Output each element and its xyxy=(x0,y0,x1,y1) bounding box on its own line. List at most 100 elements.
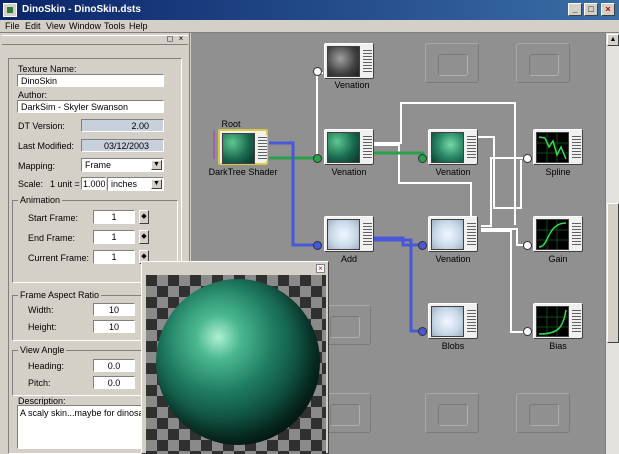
input-port[interactable] xyxy=(313,154,322,163)
heading-label: Heading: xyxy=(28,361,65,371)
start-frame-field[interactable]: 1 xyxy=(93,210,135,224)
node-bias[interactable] xyxy=(533,303,583,339)
input-port[interactable] xyxy=(313,67,322,76)
node-label: Bias xyxy=(549,341,567,351)
view-angle-title: View Angle xyxy=(18,345,67,355)
scale-value-field[interactable]: 1.000 xyxy=(81,177,106,190)
menu-file[interactable]: File xyxy=(5,21,20,31)
menu-view[interactable]: View xyxy=(46,21,65,31)
gain-curve-icon xyxy=(537,220,568,249)
chevron-down-icon: ▼ xyxy=(151,160,162,170)
texture-name-label: Texture Name: xyxy=(18,64,77,74)
node-add[interactable] xyxy=(324,216,374,252)
node-thumbnail xyxy=(536,219,569,250)
node-grip-icon xyxy=(363,48,372,74)
title-bar: DinoSkin - DinoSkin.dsts _ □ × xyxy=(0,0,619,20)
node-grip-icon xyxy=(467,134,476,160)
spline-curve-icon xyxy=(537,133,568,162)
node-label: Gain xyxy=(548,254,568,264)
input-port[interactable] xyxy=(523,154,532,163)
node-label: Venation xyxy=(331,167,367,177)
last-modified-field: 03/12/2003 xyxy=(81,139,164,152)
close-button[interactable]: × xyxy=(601,3,615,16)
author-field[interactable]: DarkSim - Skyler Swanson xyxy=(17,100,164,113)
link xyxy=(481,230,527,333)
texture-name-field[interactable]: DinoSkin xyxy=(17,74,164,87)
panel-close-icon[interactable]: × xyxy=(177,35,185,43)
node-label: Venation xyxy=(334,80,370,90)
heading-field[interactable]: 0.0 xyxy=(93,359,135,372)
dt-version-field: 2.00 xyxy=(81,119,164,132)
minimize-button[interactable]: _ xyxy=(568,3,582,16)
mapping-select[interactable]: Frame ▼ xyxy=(81,158,164,172)
node-grip-icon xyxy=(467,221,476,247)
node-venation-top[interactable] xyxy=(324,43,374,79)
mapping-label: Mapping: xyxy=(18,161,56,171)
scale-unit-label: 1 unit = xyxy=(50,179,80,189)
node-label: DarkTree Shader xyxy=(208,167,278,177)
input-port[interactable] xyxy=(523,327,532,336)
input-port[interactable] xyxy=(418,327,427,336)
node-grip-icon xyxy=(572,134,581,160)
panel-restore-icon[interactable]: ◻ xyxy=(166,35,174,43)
current-frame-field[interactable]: 1 xyxy=(93,250,135,264)
start-frame-label: Start Frame: xyxy=(28,213,79,223)
menu-help[interactable]: Help xyxy=(129,21,148,31)
node-blobs[interactable] xyxy=(428,303,478,339)
menu-bar: File Edit View Window Tools Help xyxy=(0,20,619,33)
node-grip-icon xyxy=(572,221,581,247)
node-thumbnail xyxy=(431,306,464,337)
node-spline[interactable] xyxy=(533,129,583,165)
bias-curve-icon xyxy=(537,307,568,336)
root-label: Root xyxy=(221,119,241,129)
link xyxy=(474,136,522,209)
link xyxy=(316,72,323,160)
menu-edit[interactable]: Edit xyxy=(25,21,41,31)
link xyxy=(374,238,423,333)
animation-title: Animation xyxy=(18,195,63,205)
node-gain[interactable] xyxy=(533,216,583,252)
pitch-field[interactable]: 0.0 xyxy=(93,376,135,389)
end-frame-spinner[interactable]: ◆ xyxy=(139,230,149,244)
input-port[interactable] xyxy=(418,154,427,163)
node-grip-icon xyxy=(572,308,581,334)
end-frame-label: End Frame: xyxy=(28,233,76,243)
node-grip-icon xyxy=(363,221,372,247)
canvas-scrollbar[interactable]: ▲ xyxy=(605,33,619,454)
scroll-thumb[interactable] xyxy=(607,203,619,343)
node-darktree-shader[interactable] xyxy=(218,129,268,165)
scale-units-select[interactable]: inches ▼ xyxy=(107,177,164,191)
menu-tools[interactable]: Tools xyxy=(104,21,125,31)
scroll-up-icon[interactable]: ▲ xyxy=(607,34,619,46)
node-thumbnail xyxy=(327,219,360,250)
panel-grip[interactable] xyxy=(2,35,188,45)
preview-close-icon[interactable]: × xyxy=(316,264,325,273)
node-thumbnail xyxy=(222,133,255,164)
pitch-label: Pitch: xyxy=(28,378,51,388)
node-venation-right[interactable] xyxy=(428,129,478,165)
preview-window[interactable]: × xyxy=(141,261,329,454)
scale-label: Scale: xyxy=(18,179,44,189)
aspect-height-label: Height: xyxy=(28,322,57,332)
preview-checker-background xyxy=(146,275,326,454)
document-name: DinoSkin.dsts xyxy=(74,4,141,15)
author-label: Author: xyxy=(18,90,48,100)
node-label: Spline xyxy=(545,167,571,177)
node-venation-mid[interactable] xyxy=(324,129,374,165)
mapping-value: Frame xyxy=(85,160,112,170)
input-port[interactable] xyxy=(418,241,427,250)
app-icon xyxy=(3,3,17,17)
start-frame-spinner[interactable]: ◆ xyxy=(139,210,149,224)
aspect-ratio-title: Frame Aspect Ratio xyxy=(18,290,102,300)
node-thumbnail xyxy=(327,132,360,163)
node-thumbnail xyxy=(536,306,569,337)
node-thumbnail xyxy=(536,132,569,163)
end-frame-field[interactable]: 1 xyxy=(93,230,135,244)
aspect-height-field[interactable]: 10 xyxy=(93,320,135,333)
input-port[interactable] xyxy=(523,241,532,250)
maximize-button[interactable]: □ xyxy=(584,3,598,16)
input-port[interactable] xyxy=(313,241,322,250)
node-venation-lower[interactable] xyxy=(428,216,478,252)
menu-window[interactable]: Window xyxy=(69,21,101,31)
aspect-width-field[interactable]: 10 xyxy=(93,303,135,316)
